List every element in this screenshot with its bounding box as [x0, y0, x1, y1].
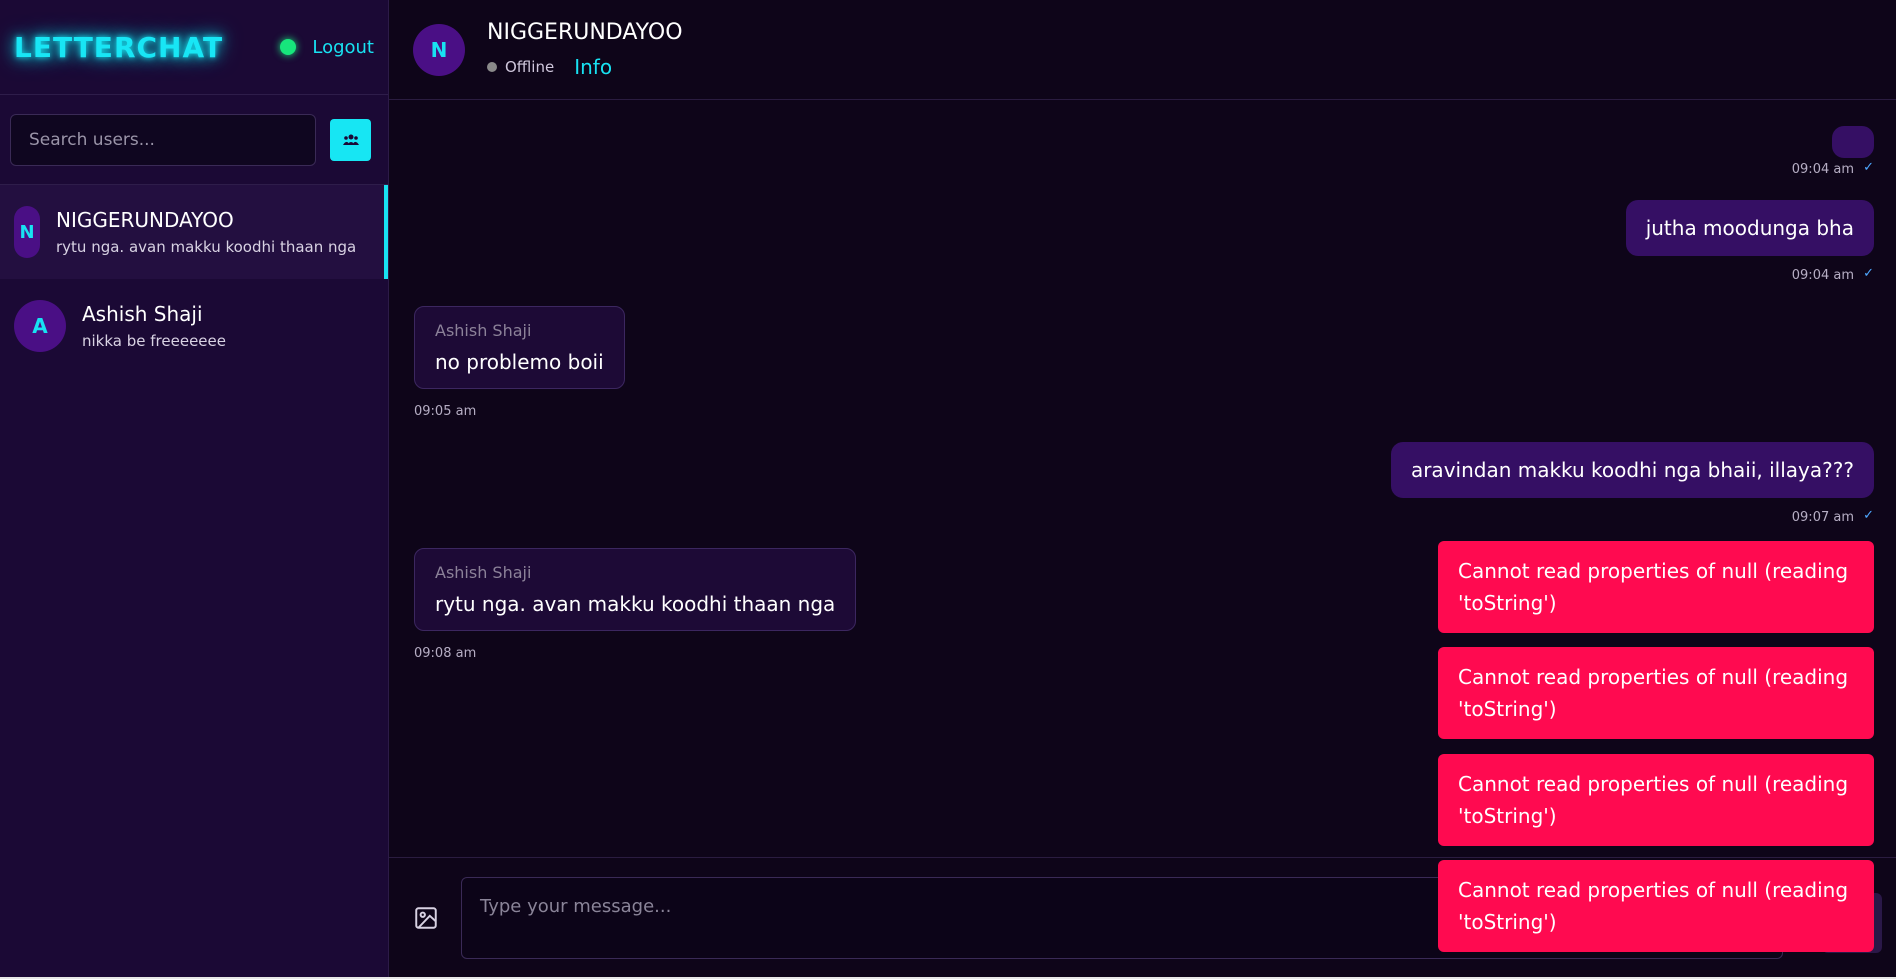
user-last-message: nikka be freeeeeee	[82, 332, 226, 350]
message-sender: Ashish Shaji	[435, 563, 532, 582]
read-check-icon: ✓	[1863, 160, 1874, 175]
info-button[interactable]: Info	[574, 55, 612, 79]
search-input[interactable]	[10, 113, 316, 166]
logout-button[interactable]: Logout	[312, 37, 374, 58]
online-status-dot	[280, 39, 297, 55]
message-bubble-outgoing: aravindan makku koodhi nga bhaii, illaya…	[1390, 442, 1874, 498]
avatar: N	[14, 206, 40, 258]
image-upload-icon[interactable]	[413, 905, 439, 931]
user-list-item[interactable]: A Ashish Shaji nikka be freeeeeee	[0, 279, 388, 373]
app-logo: LETTERCHAT	[14, 30, 224, 64]
sidebar-header: LETTERCHAT Logout	[0, 0, 388, 95]
header-right: Logout	[280, 37, 374, 58]
user-last-message: rytu nga. avan makku koodhi thaan nga	[56, 238, 357, 256]
message-sender: Ashish Shaji	[435, 321, 532, 340]
chat-status-text: Offline	[505, 58, 555, 76]
create-group-button[interactable]	[330, 118, 371, 161]
message-time: 09:07 am	[1791, 510, 1854, 525]
message-list: 09:04 am ✓ jutha moodunga bha 09:04 am ✓…	[389, 100, 1896, 857]
toast-message: Cannot read properties of null (reading …	[1458, 665, 1849, 721]
chat-header-info: NIGGERUNDAYOO Offline Info	[487, 20, 683, 79]
error-toast[interactable]: Cannot read properties of null (reading …	[1438, 647, 1874, 739]
avatar: A	[14, 300, 66, 352]
user-list-item[interactable]: N NIGGERUNDAYOO rytu nga. avan makku koo…	[0, 185, 388, 279]
read-check-icon: ✓	[1863, 266, 1874, 281]
message-text: aravindan makku koodhi nga bhaii, illaya…	[1410, 458, 1854, 482]
message-time: 09:08 am	[414, 646, 477, 661]
search-row	[0, 95, 388, 185]
sidebar: LETTERCHAT Logout N	[0, 0, 389, 977]
message-bubble-incoming: Ashish Shaji rytu nga. avan makku koodhi…	[414, 548, 857, 631]
message-bubble-incoming: Ashish Shaji no problemo boii	[414, 306, 625, 389]
offline-status-dot	[487, 62, 497, 72]
user-name: Ashish Shaji	[82, 302, 203, 326]
user-info: Ashish Shaji nikka be freeeeeee	[82, 302, 226, 350]
error-toast[interactable]: Cannot read properties of null (reading …	[1438, 754, 1874, 846]
toast-message: Cannot read properties of null (reading …	[1458, 772, 1849, 828]
message-time: 09:04 am	[1791, 162, 1854, 177]
user-list: N NIGGERUNDAYOO rytu nga. avan makku koo…	[0, 185, 388, 373]
error-toast[interactable]: Cannot read properties of null (reading …	[1438, 860, 1874, 952]
chat-avatar: N	[413, 23, 465, 76]
toast-message: Cannot read properties of null (reading …	[1458, 878, 1849, 934]
message-text: no problemo boii	[435, 350, 604, 374]
user-name: NIGGERUNDAYOO	[56, 208, 234, 232]
message-text: jutha moodunga bha	[1645, 216, 1854, 240]
toast-message: Cannot read properties of null (reading …	[1458, 559, 1849, 615]
message-text: rytu nga. avan makku koodhi thaan nga	[435, 592, 836, 616]
chat-status-row: Offline Info	[487, 55, 683, 79]
error-toast[interactable]: Cannot read properties of null (reading …	[1438, 541, 1874, 633]
users-group-icon	[342, 134, 359, 145]
message-bubble-outgoing	[1832, 126, 1874, 158]
chat-header: N NIGGERUNDAYOO Offline Info	[389, 0, 1896, 100]
message-time: 09:04 am	[1791, 268, 1854, 283]
chat-contact-name: NIGGERUNDAYOO	[487, 20, 683, 45]
message-time: 09:05 am	[414, 404, 477, 419]
read-check-icon: ✓	[1863, 508, 1874, 523]
user-info: NIGGERUNDAYOO rytu nga. avan makku koodh…	[56, 208, 356, 256]
message-bubble-outgoing: jutha moodunga bha	[1625, 200, 1874, 256]
